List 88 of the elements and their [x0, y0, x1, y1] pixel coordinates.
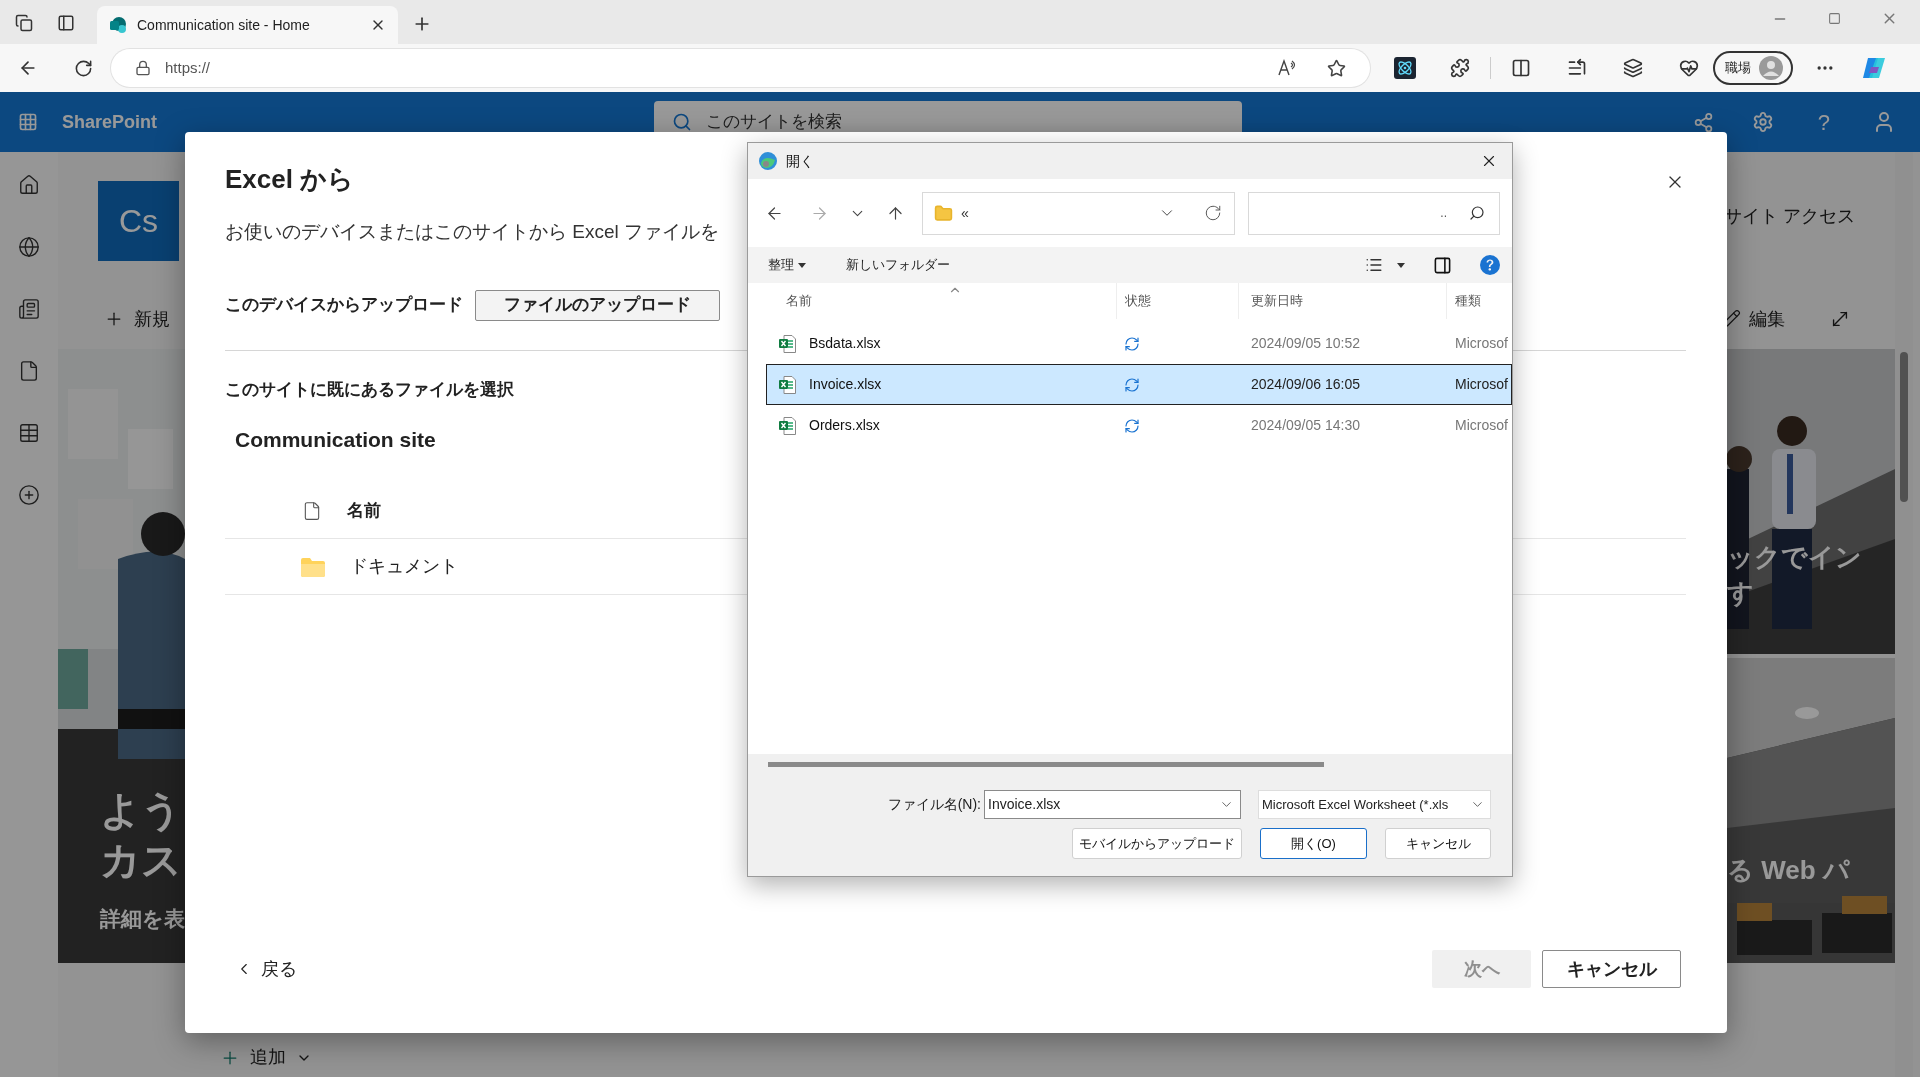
- back-link[interactable]: 戻る: [235, 955, 297, 983]
- address-bar[interactable]: https://: [111, 49, 1370, 87]
- dialog-description: お使いのデバイスまたはこのサイトから Excel ファイルを: [225, 220, 721, 244]
- filename-field[interactable]: Invoice.xlsx: [984, 790, 1241, 819]
- file-type-icon: [302, 500, 322, 521]
- tile-heading: る Web パ: [1727, 854, 1850, 887]
- sync-icon: [1124, 417, 1140, 434]
- home-icon[interactable]: [18, 174, 40, 196]
- dialog-button[interactable]: モバイルからアップロード: [1072, 828, 1242, 859]
- filename-label: ファイル名(N):: [887, 795, 981, 814]
- dialog-title: 開く: [786, 151, 815, 171]
- site-logo: Cs: [98, 181, 179, 261]
- heart-pulse-icon[interactable]: [1679, 58, 1699, 78]
- new-folder-button[interactable]: 新しいフォルダー: [846, 255, 950, 275]
- spreadsheet-file-icon: [779, 334, 796, 353]
- extension-icon[interactable]: [1394, 57, 1416, 79]
- tab-collection-icon[interactable]: [15, 14, 33, 32]
- dialog-button[interactable]: キャンセル: [1385, 828, 1491, 859]
- hero-heading: よう: [100, 787, 183, 834]
- refresh-icon[interactable]: [74, 58, 93, 78]
- vertical-tabs-icon[interactable]: [57, 14, 75, 32]
- file-row[interactable]: Bsdata.xlsx 2024/09/05 10:52 Microsof: [766, 323, 1512, 364]
- modified-date: 2024/09/05 14:30: [1251, 417, 1360, 433]
- sync-icon: [1124, 376, 1140, 393]
- search-icon[interactable]: [1469, 205, 1485, 221]
- copilot-icon[interactable]: [1861, 55, 1887, 81]
- site-name: Communication site: [235, 427, 436, 453]
- edit-button[interactable]: 編集: [1721, 305, 1785, 333]
- modified-date: 2024/09/06 16:05: [1251, 376, 1360, 392]
- news-icon[interactable]: [18, 298, 40, 320]
- search-field[interactable]: ..: [1248, 191, 1500, 235]
- spreadsheet-file-icon: [779, 375, 796, 394]
- search-icon: [672, 112, 693, 132]
- add-section-button[interactable]: 追加: [220, 1044, 312, 1071]
- dialog-button[interactable]: 開く(O): [1260, 828, 1367, 859]
- collections-icon[interactable]: [1623, 58, 1643, 78]
- browser-tab[interactable]: Communication site - Home: [97, 6, 398, 44]
- horizontal-scrollbar[interactable]: [768, 762, 1324, 767]
- profile-button[interactable]: 職場: [1713, 51, 1793, 85]
- upload-file-button[interactable]: ファイルのアップロード: [475, 289, 720, 321]
- view-options-icon[interactable]: [1365, 256, 1405, 274]
- extensions-puzzle-icon[interactable]: [1450, 58, 1470, 78]
- file-type: Microsof: [1455, 376, 1508, 392]
- section-label: このサイトに既にあるファイルを選択: [225, 379, 514, 401]
- maximize-icon[interactable]: [1828, 12, 1841, 25]
- refresh-icon[interactable]: [1204, 204, 1222, 222]
- file-type: Microsof: [1455, 417, 1508, 433]
- read-aloud-icon[interactable]: [1277, 59, 1297, 77]
- favorite-star-icon[interactable]: [1327, 58, 1346, 78]
- new-button[interactable]: 新規: [104, 305, 170, 333]
- preview-pane-icon[interactable]: [1433, 255, 1452, 275]
- tile-heading: す: [1727, 577, 1755, 610]
- app-launcher-icon[interactable]: [18, 112, 38, 132]
- tile-heading: ックでイン: [1727, 541, 1862, 574]
- avatar-icon: [1759, 56, 1783, 80]
- hero-link[interactable]: 詳細を表: [100, 903, 185, 935]
- globe-icon[interactable]: [18, 236, 40, 258]
- help-icon[interactable]: [1480, 255, 1500, 275]
- name-column-header: 名前: [347, 499, 381, 522]
- browser-logo-icon: [758, 151, 778, 171]
- document-icon[interactable]: [18, 360, 40, 382]
- file-type-filter[interactable]: Microsoft Excel Worksheet (*.xls: [1258, 790, 1491, 819]
- scrollbar-thumb[interactable]: [1900, 352, 1908, 502]
- file-row[interactable]: Orders.xlsx 2024/09/05 14:30 Microsof: [766, 405, 1512, 446]
- split-screen-icon[interactable]: [1511, 58, 1531, 78]
- settings-icon[interactable]: [1751, 111, 1774, 133]
- site-access-link[interactable]: サイト アクセス: [1724, 203, 1855, 289]
- organize-menu[interactable]: 整理: [768, 255, 806, 275]
- tab-title: Communication site - Home: [137, 15, 311, 35]
- folder-icon: [934, 203, 953, 223]
- caret-icon: [798, 262, 806, 268]
- sync-icon: [1124, 335, 1140, 352]
- share-icon[interactable]: [1692, 111, 1714, 133]
- folder-icon: [301, 556, 325, 577]
- file-type: Microsof: [1455, 335, 1508, 351]
- spreadsheet-file-icon: [779, 416, 796, 435]
- lock-icon: [135, 60, 151, 76]
- cancel-button[interactable]: キャンセル: [1542, 950, 1681, 988]
- column-header[interactable]: 名前: [766, 283, 1116, 319]
- upload-label: このデバイスからアップロード: [225, 294, 463, 317]
- file-row[interactable]: Invoice.xlsx 2024/09/06 16:05 Microsof: [766, 364, 1512, 405]
- favorites-icon[interactable]: [1567, 58, 1587, 78]
- dialog-title: Excel から: [225, 163, 355, 196]
- add-circle-icon[interactable]: [18, 484, 40, 506]
- address-field[interactable]: «: [922, 191, 1235, 235]
- site-favicon: [109, 16, 127, 34]
- hero-heading: カス: [100, 837, 183, 884]
- modified-date: 2024/09/05 10:52: [1251, 335, 1360, 351]
